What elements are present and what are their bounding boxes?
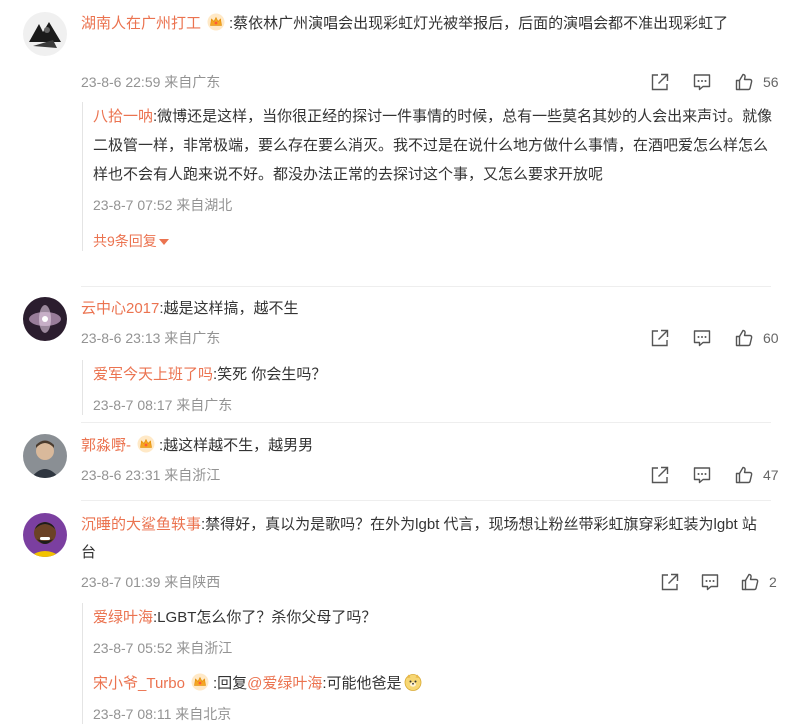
comment-actions: 2 [660,572,777,592]
share-icon[interactable] [650,328,670,348]
reply-meta: 23-8-7 08:17 来自广东 [93,397,233,413]
like-icon [734,72,754,92]
reply-meta: 23-8-7 07:52 来自湖北 [93,197,233,213]
avatar[interactable] [23,297,67,341]
caret-down-icon [158,239,169,245]
comment-icon[interactable] [692,465,712,485]
crown-badge-icon [191,673,209,691]
crown-badge-icon [137,435,155,453]
crown-badge-icon [207,13,225,31]
reply-body: :微博还是这样，当你很正经的探讨一件事情的时候，总有一些莫名其妙的人会出来声讨。… [93,108,773,183]
reply-body-suffix: :可能他爸是 [322,675,402,692]
comment-body: :越是这样搞，越不生 [159,300,299,317]
more-replies-link[interactable]: 共9条回复 [93,231,773,251]
reply-username[interactable]: 爱军今天上班了吗 [93,366,213,383]
reply-list: 爱绿叶海:LGBT怎么你了？杀你父母了吗？ 23-8-7 05:52 来自浙江 … [82,603,773,724]
like-button[interactable]: 2 [740,572,777,592]
like-button[interactable]: 47 [734,465,779,485]
comment-text: 沉睡的大鲨鱼轶事:禁得好，真以为是歌吗？在外为lgbt 代言，现场想让粉丝带彩虹… [81,511,771,567]
comment-text: 郭淼嘢- :越这样越不生，越男男 [81,432,771,460]
like-icon [734,328,754,348]
comment-text: 湖南人在广州打工 :蔡依林广州演唱会出现彩虹灯光被举报后，后面的演唱会都不准出现彩… [81,10,771,38]
divider [81,286,771,287]
divider [81,500,771,501]
comment-meta: 23-8-6 22:59 来自广东 [81,74,221,90]
reply-text: 爱军今天上班了吗:笑死 你会生吗？ [93,360,773,389]
divider [81,422,771,423]
comment-body: :越这样越不生，越男男 [159,437,314,454]
avatar[interactable] [23,434,67,478]
comment-username[interactable]: 湖南人在广州打工 [81,15,201,32]
share-icon[interactable] [660,572,680,592]
comment-icon[interactable] [692,72,712,92]
reply-body: :笑死 你会生吗？ [213,366,327,383]
reply-body: :回复 [212,675,248,692]
comment-actions: 60 [650,328,779,348]
comment-icon[interactable] [692,328,712,348]
comment-meta: 23-8-6 23:31 来自浙江 [81,467,221,483]
reply-username[interactable]: 宋小爷_Turbo [93,675,185,692]
doge-emoji-icon [404,674,421,691]
reply-username[interactable]: 八拾一呐 [93,108,153,125]
comment-username[interactable]: 沉睡的大鲨鱼轶事 [81,516,201,533]
like-count: 60 [763,330,779,346]
like-button[interactable]: 60 [734,328,779,348]
more-replies-label: 共9条回复 [93,233,157,249]
mention-link[interactable]: @爱绿叶海 [247,675,322,692]
share-icon[interactable] [650,465,670,485]
reply-list: 爱军今天上班了吗:笑死 你会生吗？ 23-8-7 08:17 来自广东 [82,360,773,415]
avatar[interactable] [23,513,67,557]
reply-text: 八拾一呐:微博还是这样，当你很正经的探讨一件事情的时候，总有一些莫名其妙的人会出… [93,102,773,189]
comment-username[interactable]: 郭淼嘢- [81,437,131,454]
comment-body: :蔡依林广州演唱会出现彩虹灯光被举报后，后面的演唱会都不准出现彩虹了 [229,15,729,32]
like-icon [734,465,754,485]
comment-username[interactable]: 云中心2017 [81,300,159,317]
reply-meta: 23-8-7 05:52 来自浙江 [93,640,233,656]
comment-actions: 47 [650,465,779,485]
comment-actions: 56 [650,72,779,92]
like-count: 47 [763,467,779,483]
reply-meta: 23-8-7 08:11 来自北京 [93,706,232,722]
like-count: 2 [769,574,777,590]
like-count: 56 [763,74,779,90]
reply-username[interactable]: 爱绿叶海 [93,609,153,626]
comment-meta: 23-8-7 01:39 来自陕西 [81,574,221,590]
reply-body: :LGBT怎么你了？杀你父母了吗？ [153,609,377,626]
reply-text: 宋小爷_Turbo :回复@爱绿叶海:可能他爸是 [93,669,773,698]
comment-text: 云中心2017:越是这样搞，越不生 [81,295,771,323]
comment-icon[interactable] [700,572,720,592]
share-icon[interactable] [650,72,670,92]
like-icon [740,572,760,592]
like-button[interactable]: 56 [734,72,779,92]
reply-list: 八拾一呐:微博还是这样，当你很正经的探讨一件事情的时候，总有一些莫名其妙的人会出… [82,102,773,251]
avatar[interactable] [23,12,67,56]
comment-meta: 23-8-6 23:13 来自广东 [81,330,221,346]
reply-text: 爱绿叶海:LGBT怎么你了？杀你父母了吗？ [93,603,773,632]
